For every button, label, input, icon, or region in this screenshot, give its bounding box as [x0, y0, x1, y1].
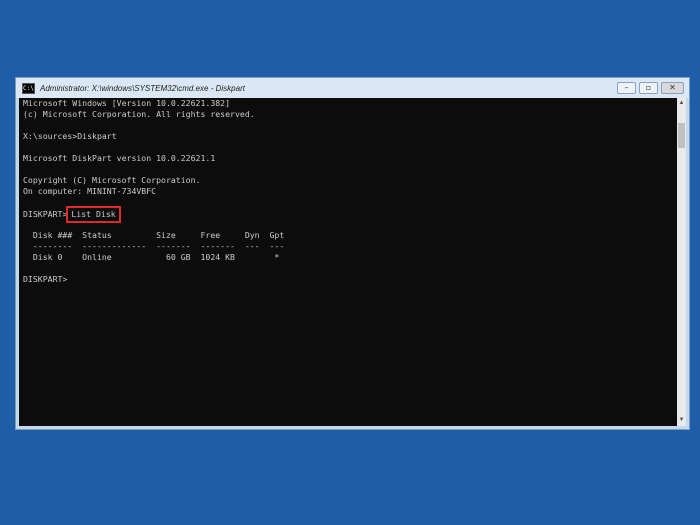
console-line: Copyright (C) Microsoft Corporation.	[23, 175, 201, 185]
table-header: Disk ### Status Size Free Dyn Gpt	[23, 230, 285, 240]
console-line: On computer: MININT-734VBFC	[23, 186, 157, 196]
window-controls: – ▫ ✕	[617, 82, 684, 94]
scroll-up-icon[interactable]: ▲	[677, 99, 686, 108]
close-button[interactable]: ✕	[661, 82, 684, 94]
scroll-down-icon[interactable]: ▼	[677, 416, 686, 425]
table-row: Disk 0 Online 60 GB 1024 KB *	[23, 252, 280, 262]
console-line: Microsoft DiskPart version 10.0.22621.1	[23, 153, 216, 163]
scroll-thumb[interactable]	[678, 123, 685, 148]
command-line: DISKPART> List Disk	[23, 206, 121, 223]
console-line: (c) Microsoft Corporation. All rights re…	[23, 109, 255, 119]
desktop-background: C:\ Administrator: X:\windows\SYSTEM32\c…	[0, 0, 700, 525]
cmd-icon: C:\	[22, 82, 35, 94]
highlighted-command: List Disk	[66, 206, 121, 223]
console-output[interactable]: Microsoft Windows [Version 10.0.22621.38…	[19, 98, 679, 426]
console-line: X:\sources>Diskpart	[23, 131, 117, 141]
window-title: Administrator: X:\windows\SYSTEM32\cmd.e…	[40, 83, 245, 93]
final-prompt: DISKPART>	[23, 274, 68, 284]
minimize-button[interactable]: –	[617, 82, 636, 94]
maximize-button[interactable]: ▫	[639, 82, 658, 94]
console-line: Microsoft Windows [Version 10.0.22621.38…	[23, 98, 231, 108]
title-bar[interactable]: C:\ Administrator: X:\windows\SYSTEM32\c…	[16, 78, 689, 98]
vertical-scrollbar[interactable]: ▲ ▼	[677, 98, 686, 426]
cmd-window[interactable]: C:\ Administrator: X:\windows\SYSTEM32\c…	[15, 77, 690, 430]
table-separator: -------- ------------- ------- ------- -…	[23, 241, 285, 251]
diskpart-prompt: DISKPART>	[23, 209, 68, 219]
